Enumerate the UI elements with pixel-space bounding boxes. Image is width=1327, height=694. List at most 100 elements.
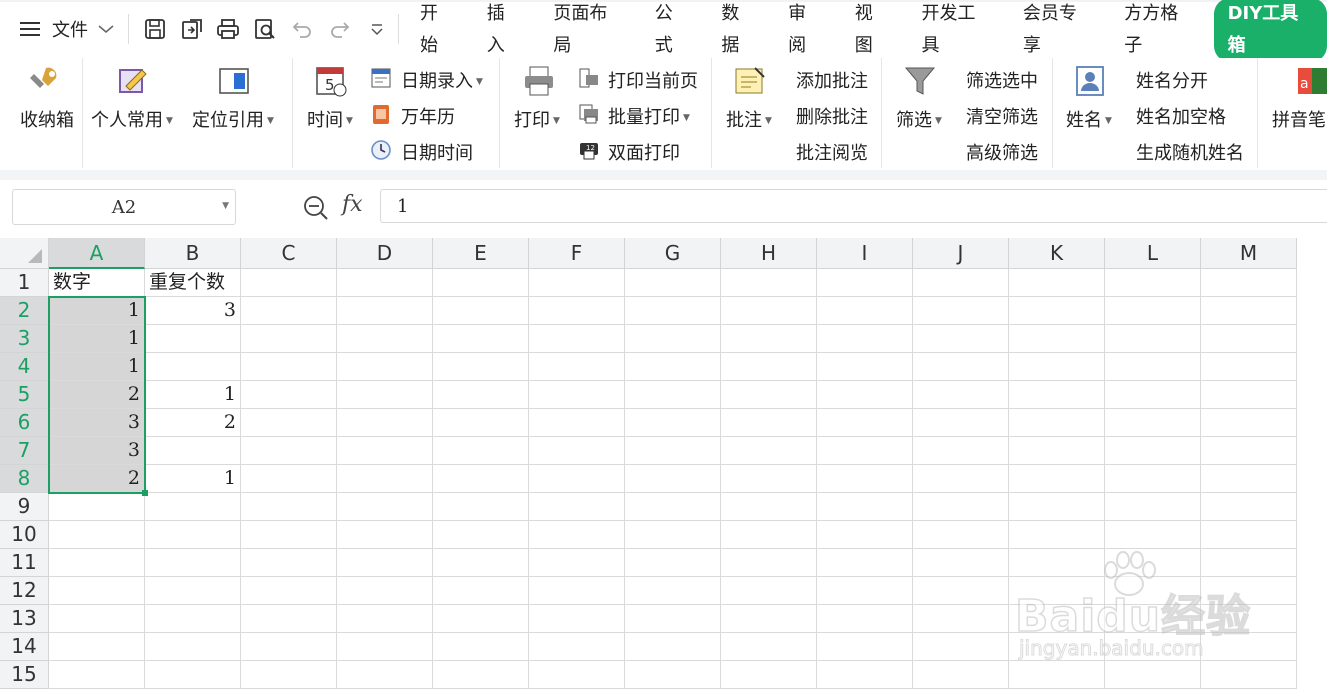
cell-d8[interactable]	[337, 465, 433, 493]
cell-h12[interactable]	[721, 577, 817, 605]
tab-insert[interactable]: 插入	[471, 0, 538, 62]
cell-j7[interactable]	[913, 437, 1009, 465]
cell-h10[interactable]	[721, 521, 817, 549]
row-header-5[interactable]: 5	[0, 381, 49, 409]
cell-a1[interactable]: 数字	[49, 269, 145, 297]
cell-m7[interactable]	[1201, 437, 1297, 465]
cell-j4[interactable]	[913, 353, 1009, 381]
cell-d2[interactable]	[337, 297, 433, 325]
cell-f8[interactable]	[529, 465, 625, 493]
cell-e1[interactable]	[433, 269, 529, 297]
filter-button[interactable]: 筛选 ▼	[896, 106, 942, 132]
cell-f5[interactable]	[529, 381, 625, 409]
cell-d4[interactable]	[337, 353, 433, 381]
cell-a15[interactable]	[49, 661, 145, 689]
cell-g7[interactable]	[625, 437, 721, 465]
name-split-button[interactable]: 姓名分开	[1136, 67, 1208, 93]
cell-g1[interactable]	[625, 269, 721, 297]
cell-d15[interactable]	[337, 661, 433, 689]
time-button[interactable]: 时间 ▼	[307, 106, 353, 132]
cell-j15[interactable]	[913, 661, 1009, 689]
cell-j8[interactable]	[913, 465, 1009, 493]
cell-k5[interactable]	[1009, 381, 1105, 409]
delete-comment-button[interactable]: 删除批注	[796, 103, 868, 129]
cell-i1[interactable]	[817, 269, 913, 297]
cell-j10[interactable]	[913, 521, 1009, 549]
column-header-d[interactable]: D	[337, 238, 433, 269]
cell-j11[interactable]	[913, 549, 1009, 577]
column-header-b[interactable]: B	[145, 238, 241, 269]
cell-h13[interactable]	[721, 605, 817, 633]
cell-c5[interactable]	[241, 381, 337, 409]
cell-e9[interactable]	[433, 493, 529, 521]
cell-h11[interactable]	[721, 549, 817, 577]
cell-k7[interactable]	[1009, 437, 1105, 465]
cell-d6[interactable]	[337, 409, 433, 437]
cell-i8[interactable]	[817, 465, 913, 493]
cell-c13[interactable]	[241, 605, 337, 633]
date-time-button[interactable]: 日期时间	[401, 139, 473, 165]
cell-l7[interactable]	[1105, 437, 1201, 465]
cell-f13[interactable]	[529, 605, 625, 633]
row-header-6[interactable]: 6	[0, 409, 49, 437]
cell-l6[interactable]	[1105, 409, 1201, 437]
cell-i14[interactable]	[817, 633, 913, 661]
cell-d9[interactable]	[337, 493, 433, 521]
view-comment-button[interactable]: 批注阅览	[796, 139, 868, 165]
row-header-7[interactable]: 7	[0, 437, 49, 465]
cell-m1[interactable]	[1201, 269, 1297, 297]
row-header-13[interactable]: 13	[0, 605, 49, 633]
tab-home[interactable]: 开始	[404, 0, 471, 62]
cell-d10[interactable]	[337, 521, 433, 549]
cell-g15[interactable]	[625, 661, 721, 689]
cell-d1[interactable]	[337, 269, 433, 297]
cell-m6[interactable]	[1201, 409, 1297, 437]
export-icon[interactable]	[177, 14, 207, 44]
cell-e5[interactable]	[433, 381, 529, 409]
cell-e4[interactable]	[433, 353, 529, 381]
cell-b11[interactable]	[145, 549, 241, 577]
cell-j9[interactable]	[913, 493, 1009, 521]
tab-diy-toolbox[interactable]: DIY工具箱	[1213, 0, 1327, 62]
cell-c7[interactable]	[241, 437, 337, 465]
cell-h4[interactable]	[721, 353, 817, 381]
tab-member[interactable]: 会员专享	[1007, 0, 1108, 62]
print-preview-icon[interactable]	[250, 14, 280, 44]
cell-f11[interactable]	[529, 549, 625, 577]
cell-b13[interactable]	[145, 605, 241, 633]
cell-k9[interactable]	[1009, 493, 1105, 521]
cell-h3[interactable]	[721, 325, 817, 353]
cell-j12[interactable]	[913, 577, 1009, 605]
cell-i12[interactable]	[817, 577, 913, 605]
cell-f10[interactable]	[529, 521, 625, 549]
cell-d7[interactable]	[337, 437, 433, 465]
print-button[interactable]: 打印 ▼	[514, 106, 560, 132]
tab-formulas[interactable]: 公式	[639, 0, 706, 62]
cell-a2[interactable]: 1	[49, 297, 145, 325]
cell-b6[interactable]: 2	[145, 409, 241, 437]
cell-g10[interactable]	[625, 521, 721, 549]
cell-h1[interactable]	[721, 269, 817, 297]
perpetual-calendar-button[interactable]: 万年历	[401, 103, 455, 129]
cell-f15[interactable]	[529, 661, 625, 689]
column-header-h[interactable]: H	[721, 238, 817, 269]
cell-l9[interactable]	[1105, 493, 1201, 521]
cell-h5[interactable]	[721, 381, 817, 409]
cell-m3[interactable]	[1201, 325, 1297, 353]
save-icon[interactable]	[140, 14, 170, 44]
column-header-g[interactable]: G	[625, 238, 721, 269]
cell-f9[interactable]	[529, 493, 625, 521]
cell-g13[interactable]	[625, 605, 721, 633]
cell-b9[interactable]	[145, 493, 241, 521]
tab-developer[interactable]: 开发工具	[905, 0, 1006, 62]
cell-g5[interactable]	[625, 381, 721, 409]
name-box[interactable]: A2 ▼	[12, 189, 236, 225]
cell-b8[interactable]: 1	[145, 465, 241, 493]
fx-label[interactable]: fx	[342, 192, 363, 217]
cell-f3[interactable]	[529, 325, 625, 353]
cell-h14[interactable]	[721, 633, 817, 661]
cell-b2[interactable]: 3	[145, 297, 241, 325]
cell-h9[interactable]	[721, 493, 817, 521]
cell-c1[interactable]	[241, 269, 337, 297]
undo-icon[interactable]	[287, 14, 317, 44]
